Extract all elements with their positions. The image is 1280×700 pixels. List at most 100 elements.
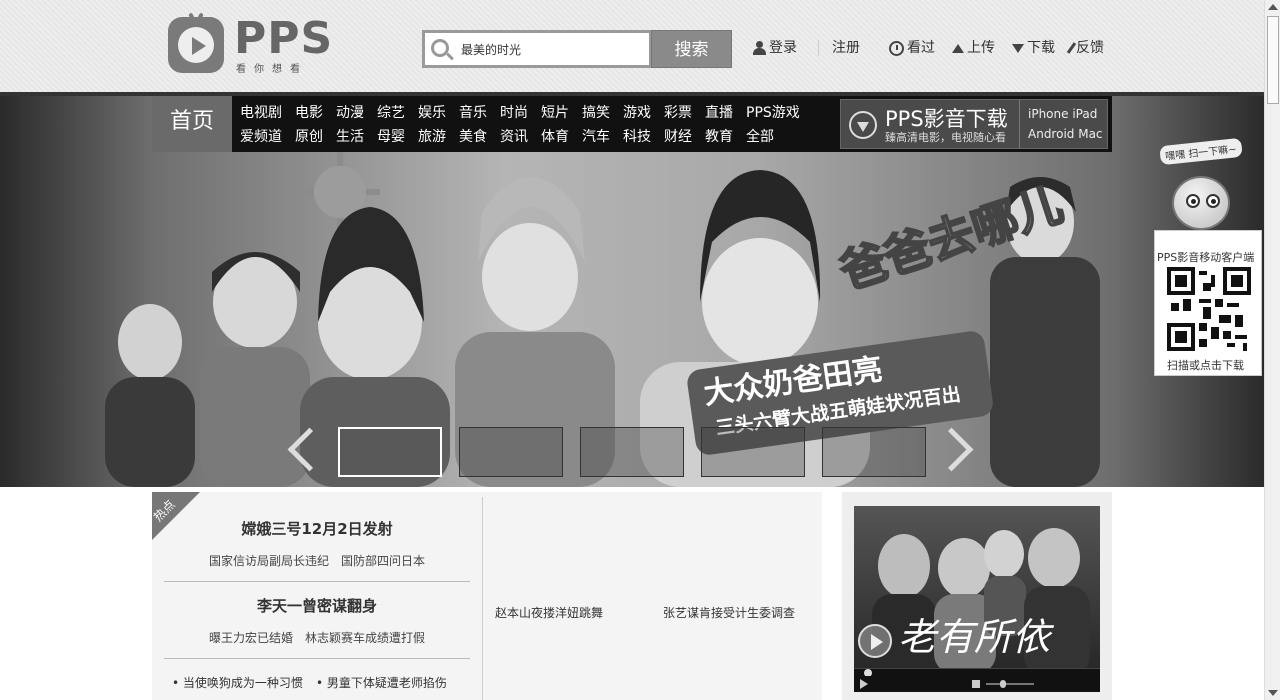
nav-item-baby[interactable]: 母婴 <box>377 129 405 145</box>
hot-list-item[interactable]: 当使唤狗成为一种习惯 <box>172 674 303 691</box>
user-icon <box>752 41 766 55</box>
logo-slogan: 看你想看 <box>236 64 308 75</box>
qr-footer: 扫描或点击下载 <box>1167 359 1244 372</box>
hot-divider <box>164 581 470 582</box>
banner-prev-arrow[interactable] <box>286 422 316 480</box>
video-title: 老有所依 <box>898 615 1051 659</box>
nav-item-sports[interactable]: 体育 <box>541 129 569 145</box>
platform-row-ios[interactable]: iPhone iPad <box>1028 107 1097 121</box>
volume-slider[interactable] <box>986 683 1034 685</box>
banner-thumb[interactable] <box>701 427 805 477</box>
nav-item-anime[interactable]: 动漫 <box>336 105 364 121</box>
pps-logo[interactable]: PPS 看你想看 <box>168 12 338 77</box>
mid-news-link[interactable]: 赵本山夜搂洋妞跳舞 <box>495 604 603 621</box>
scroll-up-icon[interactable] <box>1268 4 1278 10</box>
login-link[interactable]: 登录 <box>752 38 797 58</box>
upload-link[interactable]: 上传 <box>952 38 995 58</box>
search-button[interactable]: 搜索 <box>651 30 732 68</box>
video-progress-bar[interactable] <box>854 668 1100 677</box>
nav-row-2: 爱频道 原创 生活 母婴 旅游 美食 资讯 体育 汽车 科技 财经 教育 全部 <box>240 126 787 146</box>
featured-video-panel: 老有所依 <box>842 492 1112 700</box>
site-header: PPS 看你想看 搜索 登录 注册 看过 上传 下载 反馈 <box>0 0 1264 92</box>
upload-icon <box>952 43 964 53</box>
history-link[interactable]: 看过 <box>889 38 935 58</box>
hot-news-panel: 热点 嫦娥三号12月2日发射 国家信访局副局长违纪 国防部四问日本 李天一曾密谋翻… <box>151 492 822 700</box>
volume-icon[interactable] <box>972 680 980 688</box>
nav-item-funny[interactable]: 搞笑 <box>582 105 610 121</box>
banner-thumb[interactable] <box>580 427 684 477</box>
nav-item-original[interactable]: 原创 <box>295 129 323 145</box>
download-promo[interactable]: PPS影音下载 臻高清电影，电视随心看 iPhone iPad Android … <box>840 99 1108 149</box>
download-circle-icon <box>849 111 877 139</box>
nav-item-variety[interactable]: 综艺 <box>377 105 405 121</box>
featured-video[interactable]: 老有所依 <box>854 506 1100 692</box>
nav-item-ppsgame[interactable]: PPS游戏 <box>746 105 800 121</box>
nav-item-games[interactable]: 游戏 <box>623 105 651 121</box>
clock-icon <box>889 40 904 56</box>
hero-banner[interactable]: 大众奶爸田亮 三头六臂大战五萌娃状况百出 爸爸去哪儿 首页 电视剧 电影 动漫 综艺娱… <box>0 92 1264 487</box>
hot-link[interactable]: 林志颖赛车成绩遭打假 <box>305 631 425 645</box>
nav-item-finance[interactable]: 财经 <box>664 129 692 145</box>
pen-icon <box>1066 42 1077 54</box>
video-controls <box>854 676 1100 692</box>
hot-divider <box>164 658 470 659</box>
banner-thumb[interactable] <box>459 427 563 477</box>
nav-item-life[interactable]: 生活 <box>336 129 364 145</box>
play-icon[interactable] <box>858 624 892 658</box>
nav-row-1: 电视剧 电影 动漫 综艺 娱乐 音乐 时尚 短片 搞笑 游戏 彩票 直播 PPS游戏 <box>240 102 813 122</box>
hot-story-2-links: 曝王力宏已结婚 林志颖赛车成绩遭打假 <box>164 629 470 646</box>
hot-link[interactable]: 国防部四问日本 <box>341 554 425 568</box>
scroll-thumb[interactable] <box>1267 16 1279 104</box>
nav-home[interactable]: 首页 <box>152 96 232 152</box>
nav-item-lottery[interactable]: 彩票 <box>664 105 692 121</box>
nav-item-movie[interactable]: 电影 <box>295 105 323 121</box>
hot-story-1-links: 国家信访局副局长违纪 国防部四问日本 <box>164 552 470 569</box>
qr-title: PPS影音移动客户端 <box>1157 251 1255 264</box>
download-promo-subtitle: 臻高清电影，电视随心看 <box>885 131 1006 144</box>
search-input[interactable] <box>459 39 639 59</box>
hot-story-1-title[interactable]: 嫦娥三号12月2日发射 <box>164 518 470 539</box>
nav-item-food[interactable]: 美食 <box>459 129 487 145</box>
logo-text: PPS <box>234 13 334 64</box>
hot-list-item[interactable]: 男童下体疑遭老师掐伤 <box>316 674 447 691</box>
nav-item-ent[interactable]: 娱乐 <box>418 105 446 121</box>
nav-item-all[interactable]: 全部 <box>746 129 774 145</box>
nav-item-live[interactable]: 直播 <box>705 105 733 121</box>
pps-logo-icon <box>168 12 224 73</box>
nav-divider <box>818 40 819 56</box>
channel-navbar: 首页 电视剧 电影 动漫 综艺 娱乐 音乐 时尚 短片 搞笑 游戏 彩票 直播 PPS游戏 爱频道 原创生… <box>152 96 1112 152</box>
download-icon <box>1012 43 1024 53</box>
hot-column-divider <box>482 497 483 700</box>
nav-item-tech[interactable]: 科技 <box>623 129 651 145</box>
page-scrollbar[interactable] <box>1264 0 1280 700</box>
banner-next-arrow[interactable] <box>944 422 974 480</box>
nav-item-love[interactable]: 爱频道 <box>240 129 282 145</box>
download-link[interactable]: 下载 <box>1012 38 1055 58</box>
nav-item-travel[interactable]: 旅游 <box>418 129 446 145</box>
feedback-link[interactable]: 反馈 <box>1066 38 1104 58</box>
search-box <box>422 30 652 68</box>
scroll-down-icon[interactable] <box>1268 690 1278 696</box>
platform-links: iPhone iPad Android Mac <box>1019 100 1107 148</box>
mascot-icon <box>1172 176 1230 230</box>
hot-link[interactable]: 曝王力宏已结婚 <box>209 631 293 645</box>
banner-thumb[interactable] <box>338 427 442 477</box>
nav-item-news[interactable]: 资讯 <box>500 129 528 145</box>
control-play-icon[interactable] <box>860 679 868 689</box>
nav-item-fashion[interactable]: 时尚 <box>500 105 528 121</box>
nav-item-short[interactable]: 短片 <box>541 105 569 121</box>
banner-thumb[interactable] <box>822 427 926 477</box>
qr-panel[interactable]: PPS影音移动客户端 扫描或点击下载 <box>1154 230 1262 376</box>
hot-story-2-title[interactable]: 李天一曾密谋翻身 <box>164 595 470 616</box>
nav-item-music[interactable]: 音乐 <box>459 105 487 121</box>
platform-row-other[interactable]: Android Mac <box>1028 127 1103 141</box>
nav-item-auto[interactable]: 汽车 <box>582 129 610 145</box>
register-link[interactable]: 注册 <box>832 38 860 58</box>
search-icon <box>431 39 449 57</box>
volume-knob[interactable] <box>1000 680 1006 688</box>
qr-code-icon[interactable] <box>1167 267 1251 351</box>
mid-news-link[interactable]: 张艺谋肯接受计生委调查 <box>663 604 795 621</box>
hot-link[interactable]: 国家信访局副局长违纪 <box>209 554 329 568</box>
nav-item-edu[interactable]: 教育 <box>705 129 733 145</box>
nav-item-tv[interactable]: 电视剧 <box>240 105 282 121</box>
